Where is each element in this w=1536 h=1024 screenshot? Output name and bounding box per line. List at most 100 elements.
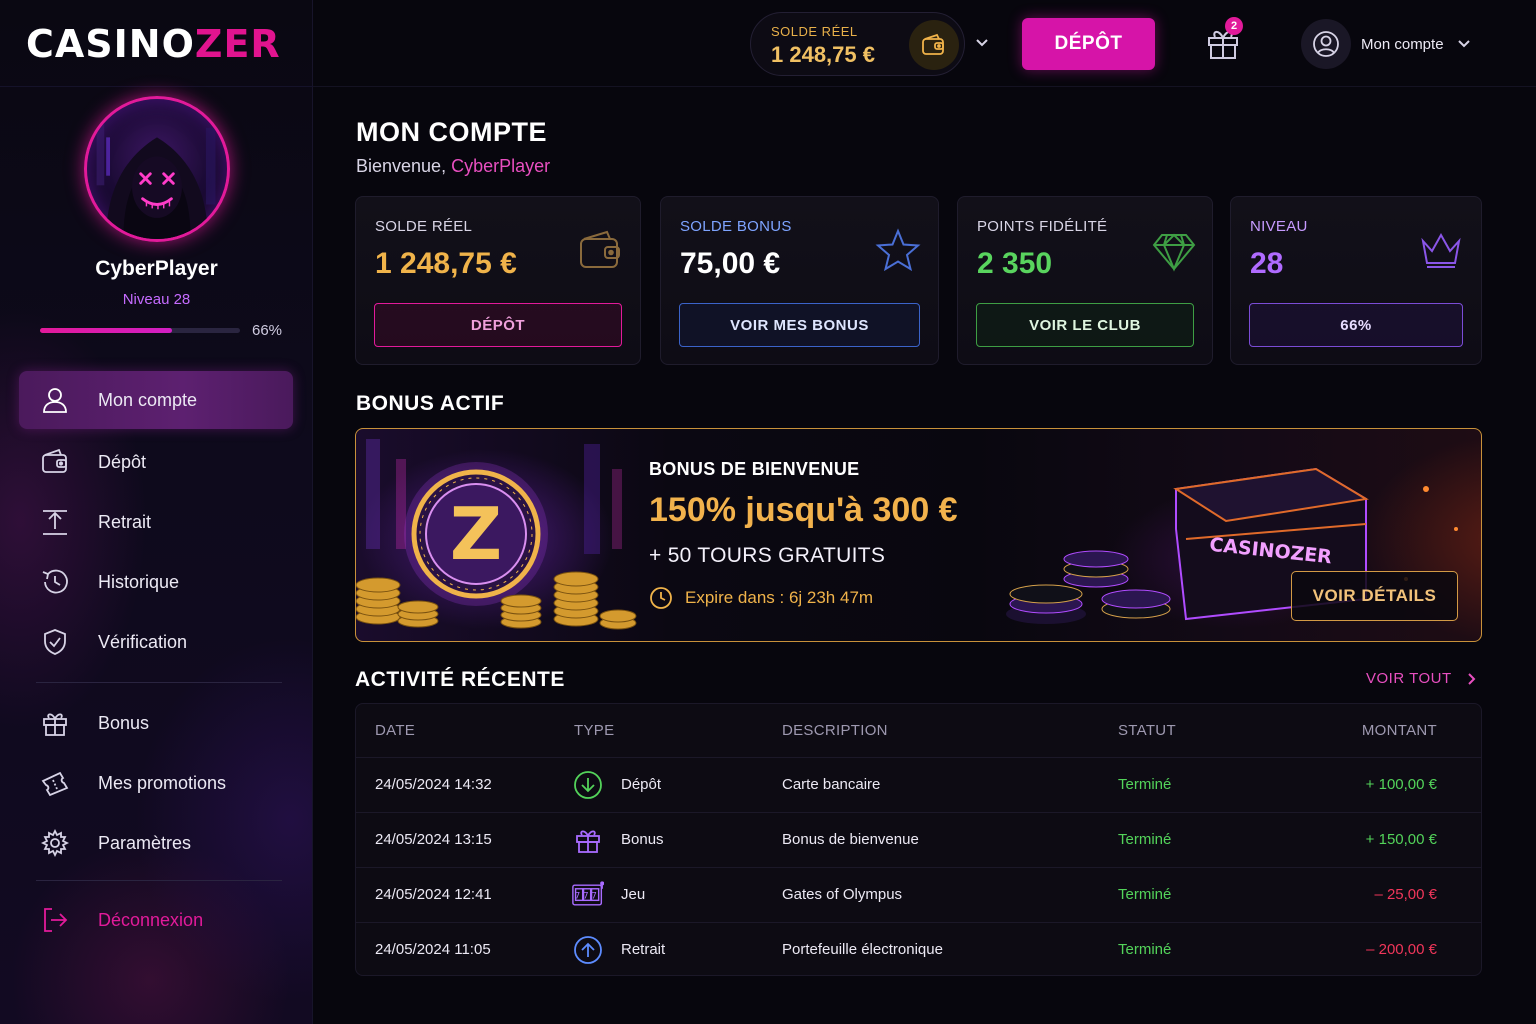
row-description: Gates of Olympus — [782, 886, 903, 903]
table-row[interactable]: 24/05/2024 11:05 Retrait Portefeuille él… — [356, 922, 1481, 977]
active-bonus-banner: Z CASINOZER BONUS DE BIENVENUE 150% jusq… — [355, 428, 1482, 642]
gift-icon — [37, 705, 73, 741]
wallet-dropdown-chevron-icon[interactable] — [973, 34, 991, 52]
sidebar-item-mes-promotions[interactable]: Mes promotions — [19, 754, 293, 812]
row-date: 24/05/2024 12:41 — [375, 886, 492, 903]
shield-check-icon — [37, 624, 73, 660]
card-points-fidelite: POINTS FIDÉLITÉ 2 350 VOIR LE CLUB — [957, 196, 1213, 365]
sidebar-item-label: Retrait — [98, 511, 152, 532]
withdraw-arrow-icon — [572, 934, 604, 966]
row-amount: – 25,00 € — [1374, 886, 1437, 903]
sidebar-item-retrait[interactable]: Retrait — [19, 493, 293, 551]
sidebar-divider — [36, 682, 282, 683]
sidebar-item-depot[interactable]: Dépôt — [19, 433, 293, 491]
crown-icon — [1417, 227, 1465, 275]
row-amount: + 100,00 € — [1365, 776, 1437, 793]
row-amount: – 200,00 € — [1366, 941, 1437, 958]
sidebar-item-verification[interactable]: Vérification — [19, 613, 293, 671]
card-value: 75,00 € — [680, 247, 781, 280]
activity-section-title: ACTIVITÉ RÉCENTE — [355, 668, 565, 691]
card-niveau: NIVEAU 28 66% — [1230, 196, 1482, 365]
card-label: NIVEAU — [1250, 218, 1308, 235]
row-status: Terminé — [1118, 776, 1172, 793]
row-date: 24/05/2024 13:15 — [375, 831, 492, 848]
row-status: Terminé — [1118, 831, 1172, 848]
wallet-value: 1 248,75 € — [771, 42, 875, 67]
sidebar-item-deconnexion[interactable]: Déconnexion — [19, 891, 293, 949]
avatar[interactable] — [84, 96, 230, 242]
column-header-type: TYPE — [574, 722, 615, 739]
sidebar-item-bonus[interactable]: Bonus — [19, 694, 293, 752]
row-type: Retrait — [621, 941, 666, 958]
see-all-link[interactable]: VOIR TOUT — [1366, 670, 1478, 687]
coin-letter: Z — [450, 492, 502, 576]
hooded-mask-avatar-icon — [96, 118, 216, 239]
wallet-balance-pill[interactable]: SOLDE RÉEL 1 248,75 € — [750, 12, 965, 76]
row-description: Bonus de bienvenue — [782, 831, 919, 848]
sidebar-item-label: Historique — [98, 571, 180, 592]
card-value: 2 350 — [977, 247, 1053, 280]
row-description: Portefeuille électronique — [782, 941, 943, 958]
clock-icon — [650, 587, 672, 609]
row-description: Carte bancaire — [782, 776, 881, 793]
card-deposit-button[interactable]: DÉPÔT — [374, 303, 622, 347]
level-progress-fill — [40, 328, 172, 333]
column-header-description: DESCRIPTION — [782, 722, 888, 739]
sidebar-item-historique[interactable]: Historique — [19, 553, 293, 611]
slot-digits: 777 — [575, 892, 600, 902]
sidebar-divider — [36, 880, 282, 881]
account-avatar — [1301, 19, 1351, 69]
card-label: SOLDE RÉEL — [375, 218, 473, 235]
sidebar-item-label: Mon compte — [98, 389, 198, 410]
bonus-title: BONUS DE BIENVENUE — [649, 459, 860, 479]
user-icon — [37, 382, 73, 418]
slot-machine-icon: 777 — [572, 879, 605, 911]
see-all-label: VOIR TOUT — [1366, 670, 1452, 687]
page-title: MON COMPTE — [356, 117, 547, 147]
sidebar-item-label: Dépôt — [98, 451, 147, 472]
sidebar-header-divider — [0, 86, 313, 87]
row-status: Terminé — [1118, 941, 1172, 958]
card-level-progress-button[interactable]: 66% — [1249, 303, 1463, 347]
ticket-icon — [37, 765, 73, 801]
sidebar-item-mon-compte[interactable]: Mon compte — [19, 371, 293, 429]
row-type: Jeu — [621, 886, 646, 903]
card-view-bonus-button[interactable]: VOIR MES BONUS — [679, 303, 920, 347]
account-label: Mon compte — [1361, 35, 1444, 53]
row-date: 24/05/2024 11:05 — [375, 941, 491, 958]
casinozer-logo[interactable]: CASINOZER — [26, 22, 281, 66]
card-view-club-button[interactable]: VOIR LE CLUB — [976, 303, 1194, 347]
logout-icon — [37, 902, 73, 938]
bonus-section-title: BONUS ACTIF — [356, 392, 505, 415]
table-row[interactable]: 24/05/2024 12:41 777 Jeu Gates of Olympu… — [356, 867, 1481, 922]
row-type: Bonus — [621, 831, 664, 848]
row-type: Dépôt — [621, 776, 662, 793]
sidebar: CASINOZER CyberPlayer Niveau 28 66% Mon … — [0, 0, 313, 1024]
header-divider — [313, 86, 1536, 87]
account-menu[interactable]: Mon compte — [1301, 19, 1491, 69]
sidebar-item-parametres[interactable]: Paramètres — [19, 814, 293, 872]
bonus-details-button[interactable]: VOIR DÉTAILS — [1291, 571, 1458, 621]
card-label: POINTS FIDÉLITÉ — [977, 218, 1108, 235]
card-value: 28 — [1250, 247, 1284, 280]
card-solde-reel: SOLDE RÉEL 1 248,75 € DÉPÔT — [355, 196, 641, 365]
table-row[interactable]: 24/05/2024 14:32 Dépôt Carte bancaire Te… — [356, 757, 1481, 812]
logo-text-zer: ZER — [194, 22, 281, 66]
welcome-message: Bienvenue, CyberPlayer — [356, 156, 550, 177]
table-row[interactable]: 24/05/2024 13:15 Bonus Bonus de bienvenu… — [356, 812, 1481, 867]
row-status: Terminé — [1118, 886, 1172, 903]
sidebar-item-label: Mes promotions — [98, 772, 227, 793]
gift-notification-badge: 2 — [1225, 17, 1243, 35]
sidebar-item-label: Paramètres — [98, 832, 192, 853]
sidebar-item-label: Vérification — [98, 631, 188, 652]
card-label: SOLDE BONUS — [680, 218, 792, 235]
wallet-icon — [909, 20, 959, 70]
chevron-right-icon — [1467, 672, 1476, 685]
sidebar-item-label: Bonus — [98, 712, 150, 733]
deposit-button[interactable]: DÉPÔT — [1022, 18, 1155, 70]
history-icon — [37, 564, 73, 600]
gift-icon — [572, 824, 604, 856]
wallet-icon — [577, 227, 625, 275]
diamond-icon — [1150, 227, 1198, 275]
upload-icon — [37, 504, 73, 540]
